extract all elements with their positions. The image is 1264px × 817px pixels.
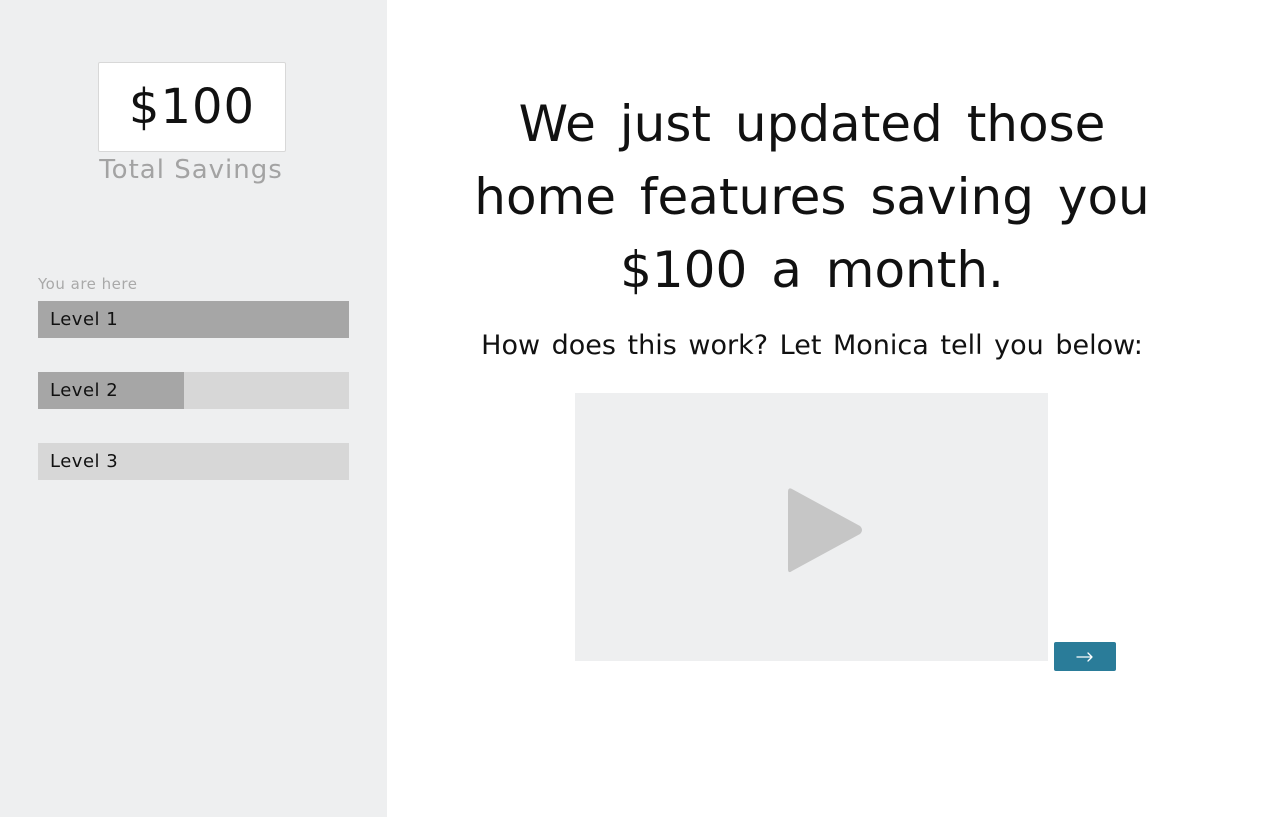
- progress-caption: You are here: [38, 275, 138, 293]
- level-2-label: Level 2: [50, 380, 119, 401]
- total-savings-label: Total Savings: [99, 155, 283, 185]
- level-1-label: Level 1: [50, 309, 119, 330]
- play-icon[interactable]: [786, 485, 864, 575]
- sidebar: $100 Total Savings You are here Level 1 …: [0, 0, 387, 817]
- page-subheadline: How does this work? Let Monica tell you …: [481, 330, 1143, 361]
- next-button[interactable]: [1054, 642, 1116, 671]
- page-headline: We just updated those home features savi…: [474, 95, 1150, 299]
- video-player[interactable]: [575, 393, 1048, 661]
- level-1-bar: Level 1: [38, 301, 349, 338]
- level-2-bar: Level 2: [38, 372, 349, 409]
- level-3-label: Level 3: [50, 451, 119, 472]
- total-savings-amount: $100: [98, 62, 286, 152]
- level-3-bar: Level 3: [38, 443, 349, 480]
- arrow-right-icon: [1076, 651, 1093, 662]
